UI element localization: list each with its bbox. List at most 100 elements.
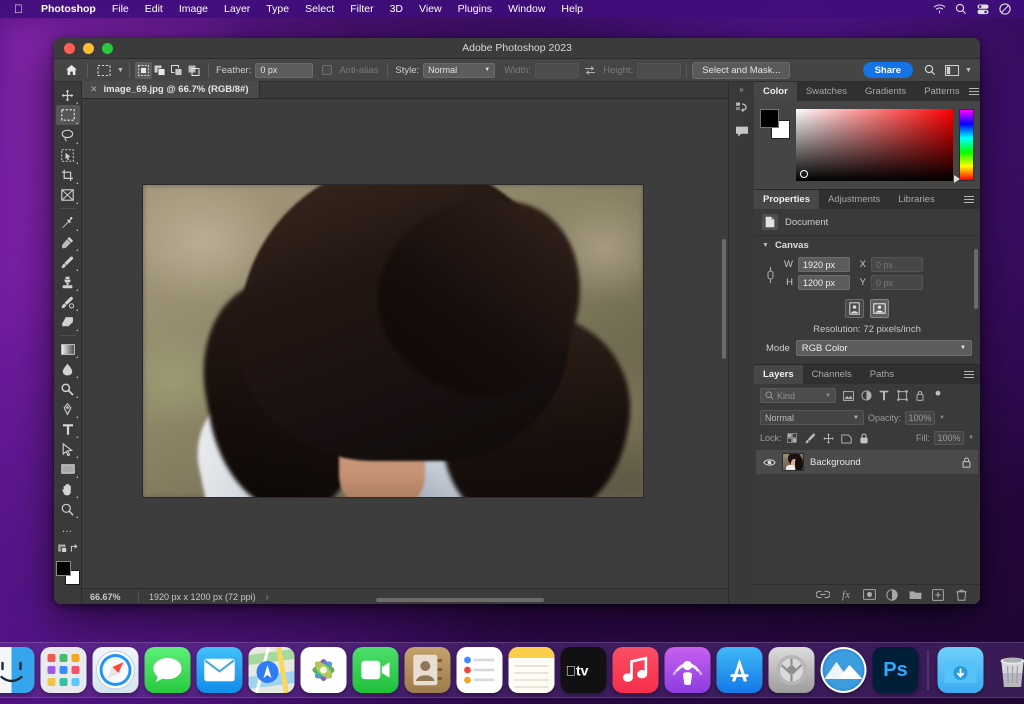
portrait-orientation-icon[interactable] xyxy=(845,299,864,318)
layer-thumbnail[interactable] xyxy=(782,453,804,471)
menu-item-layer[interactable]: Layer xyxy=(216,0,258,18)
close-window-button[interactable] xyxy=(64,42,75,54)
do-not-disturb-icon[interactable] xyxy=(994,3,1016,15)
workspace-switcher-icon[interactable] xyxy=(941,61,963,80)
dock-trash[interactable] xyxy=(990,647,1024,693)
dock-app-finder[interactable] xyxy=(0,647,35,693)
path-selection-tool[interactable] xyxy=(56,439,80,459)
close-icon[interactable]: ✕ xyxy=(90,84,98,95)
dock-app-appstore[interactable] xyxy=(716,647,763,693)
frame-tool[interactable] xyxy=(56,185,80,205)
menu-item-plugins[interactable]: Plugins xyxy=(450,0,500,18)
hue-slider[interactable] xyxy=(959,109,974,181)
dock-app-photos[interactable] xyxy=(300,647,347,693)
dock-app-launchpad[interactable] xyxy=(40,647,87,693)
opacity-input[interactable]: 100% xyxy=(905,410,936,425)
properties-scrollbar[interactable] xyxy=(974,249,978,309)
anti-alias-checkbox[interactable] xyxy=(322,65,333,75)
panel-menu-icon[interactable] xyxy=(958,190,980,209)
menu-item-select[interactable]: Select xyxy=(297,0,342,18)
dock-app-messages[interactable] xyxy=(144,647,191,693)
chevron-down-icon[interactable]: ▼ xyxy=(963,61,974,80)
edit-toolbar-button[interactable]: … xyxy=(56,519,80,539)
document-image[interactable] xyxy=(143,185,643,497)
lock-image-pixels-icon[interactable] xyxy=(804,432,817,445)
layer-kind-filter[interactable]: Kind ▼ xyxy=(760,388,836,403)
height-input[interactable] xyxy=(637,62,682,78)
lock-transparent-pixels-icon[interactable] xyxy=(786,432,799,445)
move-tool[interactable] xyxy=(56,85,80,105)
chevron-down-icon[interactable]: ▼ xyxy=(939,415,945,421)
tab-patterns[interactable]: Patterns xyxy=(915,82,968,101)
filter-toggle-icon[interactable] xyxy=(930,388,946,403)
wifi-icon[interactable] xyxy=(928,4,950,14)
gradient-tool[interactable] xyxy=(56,339,80,359)
dock-app-music[interactable] xyxy=(612,647,659,693)
foreground-color-swatch[interactable] xyxy=(55,561,71,576)
eyedropper-tool[interactable] xyxy=(56,212,80,232)
tab-libraries[interactable]: Libraries xyxy=(889,190,943,209)
dock-app-mountain[interactable] xyxy=(820,647,867,693)
pen-tool[interactable] xyxy=(56,399,80,419)
style-select[interactable]: Normal ▼ xyxy=(423,62,496,78)
dock-app-reminders[interactable] xyxy=(456,647,503,693)
dock-app-mail[interactable] xyxy=(196,647,243,693)
blur-tool[interactable] xyxy=(56,359,80,379)
filter-pixel-icon[interactable] xyxy=(840,388,856,403)
canvas-vertical-scrollbar[interactable] xyxy=(722,239,726,359)
dock-downloads-folder[interactable] xyxy=(937,647,984,693)
eye-icon[interactable] xyxy=(763,458,776,467)
new-selection-button[interactable] xyxy=(134,61,152,79)
color-mode-select[interactable]: RGB Color ▼ xyxy=(795,340,972,356)
tab-layers[interactable]: Layers xyxy=(754,365,803,384)
canvas-width-input[interactable]: 1920 px xyxy=(798,257,850,272)
home-icon[interactable] xyxy=(60,61,82,80)
panel-menu-icon[interactable] xyxy=(969,82,980,101)
feather-input[interactable]: 0 px xyxy=(255,62,314,78)
menu-item-image[interactable]: Image xyxy=(171,0,216,18)
menu-item-edit[interactable]: Edit xyxy=(137,0,171,18)
crop-tool[interactable] xyxy=(56,165,80,185)
canvas-viewport[interactable] xyxy=(82,99,728,588)
search-icon[interactable] xyxy=(919,61,941,80)
dock-app-maps[interactable] xyxy=(248,647,295,693)
dock-app-notes[interactable] xyxy=(508,647,555,693)
menu-item-file[interactable]: File xyxy=(104,0,137,18)
minimize-window-button[interactable] xyxy=(83,42,94,54)
lock-icon[interactable] xyxy=(962,457,971,468)
dock-app-photoshop[interactable]: Ps xyxy=(872,647,919,693)
tab-swatches[interactable]: Swatches xyxy=(797,82,856,101)
panel-menu-icon[interactable] xyxy=(958,365,980,384)
tab-properties[interactable]: Properties xyxy=(754,190,819,209)
foreground-background-color-swatches[interactable] xyxy=(55,561,80,585)
double-chevron-right-icon[interactable]: » xyxy=(739,85,743,95)
menu-item-photoshop[interactable]: Photoshop xyxy=(33,0,104,18)
dock-app-facetime[interactable] xyxy=(352,647,399,693)
brush-tool[interactable] xyxy=(56,252,80,272)
canvas-y-input[interactable]: 0 px xyxy=(871,275,923,290)
dock-app-system-settings[interactable] xyxy=(768,647,815,693)
rectangular-marquee-tool[interactable] xyxy=(55,105,80,125)
share-button[interactable]: Share xyxy=(862,62,913,78)
canvas-section-header[interactable]: ▼ Canvas xyxy=(754,235,980,255)
dodge-tool[interactable] xyxy=(56,379,80,399)
dock-app-contacts[interactable] xyxy=(404,647,451,693)
menu-item-filter[interactable]: Filter xyxy=(342,0,381,18)
intersect-selection-button[interactable] xyxy=(186,62,203,79)
hand-tool[interactable] xyxy=(56,479,80,499)
filter-adjustment-icon[interactable] xyxy=(858,388,874,403)
control-center-icon[interactable] xyxy=(972,4,994,15)
tab-color[interactable]: Color xyxy=(754,82,797,101)
menu-item-window[interactable]: Window xyxy=(500,0,553,18)
quick-mask-and-screen-mode[interactable] xyxy=(56,539,80,557)
chevron-down-icon[interactable]: ▼ xyxy=(968,435,974,441)
filter-smart-object-icon[interactable] xyxy=(912,388,928,403)
dock-app-podcasts[interactable] xyxy=(664,647,711,693)
lock-all-icon[interactable] xyxy=(858,432,871,445)
lock-position-icon[interactable] xyxy=(822,432,835,445)
history-panel-icon[interactable] xyxy=(731,98,753,118)
filter-shape-icon[interactable] xyxy=(894,388,910,403)
link-dimensions-icon[interactable] xyxy=(764,266,776,284)
spotlight-search-icon[interactable] xyxy=(950,3,972,15)
subtract-from-selection-button[interactable] xyxy=(169,62,186,79)
